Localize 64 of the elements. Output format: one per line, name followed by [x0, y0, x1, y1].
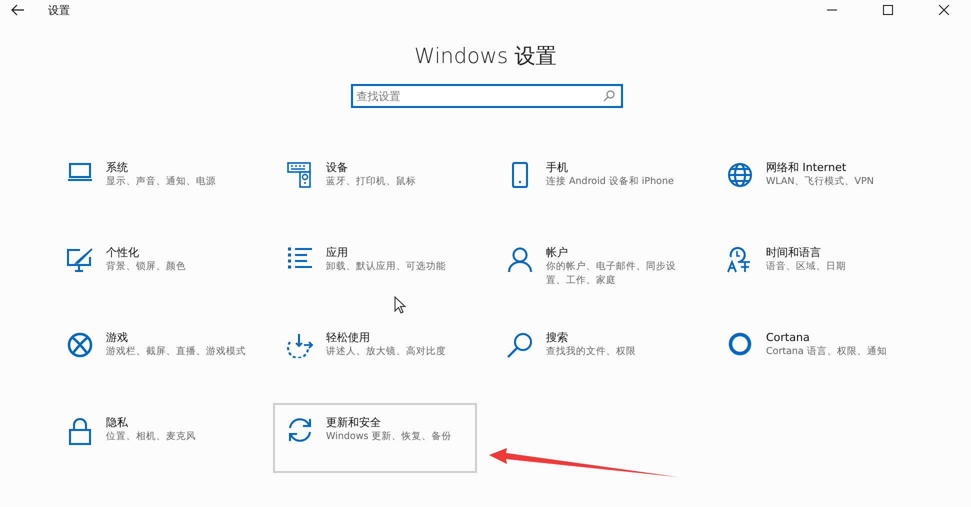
tile-description: Cortana 语言、权限、通知 [766, 345, 887, 359]
dashed-clock-icon [286, 332, 314, 358]
search-field[interactable]: 查找设置 [350, 84, 622, 108]
tile-description: 游戏栏、截屏、直播、游戏模式 [106, 345, 246, 359]
tile-title: 隐私 [106, 415, 129, 430]
lock-icon [69, 417, 91, 445]
settings-tile[interactable]: 隐私 位置、相机、麦克风 [53, 403, 257, 473]
tile-description: 讲述人、放大镜、高对比度 [326, 345, 446, 359]
keyboard-speaker-icon [287, 162, 313, 188]
phone-icon [512, 162, 528, 188]
settings-tile[interactable]: 更新和安全 Windows 更新、恢复、备份 [273, 403, 477, 473]
settings-tile[interactable]: 个性化 背景、锁屏、颜色 [53, 233, 257, 303]
settings-tile[interactable]: 轻松使用 讲述人、放大镜、高对比度 [273, 318, 477, 388]
close-icon[interactable] [939, 5, 949, 15]
tile-title: Cortana [766, 330, 811, 345]
settings-tile[interactable]: 手机 连接 Android 设备和 iPhone [493, 148, 697, 218]
tile-title: 时间和语言 [766, 245, 822, 260]
tile-title: 个性化 [106, 245, 140, 260]
sync-icon [286, 417, 314, 443]
tile-description: 位置、相机、麦克风 [106, 430, 196, 444]
xbox-icon [67, 332, 93, 358]
person-icon [508, 247, 532, 273]
clock-letters-icon [727, 247, 753, 273]
settings-tile[interactable]: 网络和 Internet WLAN、飞行模式、VPN [713, 148, 917, 218]
search-icon [602, 90, 614, 102]
settings-tile[interactable]: Cortana Cortana 语言、权限、通知 [713, 318, 917, 388]
tile-description: 背景、锁屏、颜色 [106, 260, 186, 274]
list-icon [287, 247, 313, 269]
tile-description: 你的帐户、电子邮件、同步设置、工作、家庭 [546, 260, 677, 288]
settings-tile[interactable]: 应用 卸载、默认应用、可选功能 [273, 233, 477, 303]
tile-title: 网络和 Internet [766, 160, 848, 175]
tile-title: 应用 [326, 245, 349, 260]
tile-title: 更新和安全 [326, 415, 382, 430]
page-heading: Windows 设置 [413, 43, 558, 70]
tile-title: 帐户 [546, 245, 569, 260]
tile-description: 语音、区域、日期 [766, 260, 846, 274]
window-title: 设置 [48, 2, 70, 18]
tile-description: 蓝牙、打印机、鼠标 [326, 175, 416, 189]
settings-tile[interactable]: 系统 显示、声音、通知、电源 [53, 148, 257, 218]
tile-description: 显示、声音、通知、电源 [106, 175, 216, 189]
tile-description: WLAN、飞行模式、VPN [766, 175, 874, 189]
laptop-icon [67, 162, 93, 182]
tile-title: 搜索 [546, 330, 569, 345]
ring-icon [728, 332, 752, 356]
tile-description: 连接 Android 设备和 iPhone [546, 175, 674, 189]
mouse-cursor-icon [394, 296, 406, 314]
tile-title: 游戏 [106, 330, 129, 345]
settings-tile[interactable]: 游戏 游戏栏、截屏、直播、游戏模式 [53, 318, 257, 388]
settings-tile[interactable]: 搜索 查找我的文件、权限 [493, 318, 697, 388]
tile-title: 设备 [326, 160, 349, 175]
tile-title: 轻松使用 [326, 330, 371, 345]
maximize-icon[interactable] [883, 5, 893, 15]
settings-tile[interactable]: 时间和语言 语音、区域、日期 [713, 233, 917, 303]
tile-description: 卸载、默认应用、可选功能 [326, 260, 446, 274]
tile-description: Windows 更新、恢复、备份 [326, 430, 452, 444]
search-icon [507, 332, 533, 358]
monitor-brush-icon [66, 247, 94, 273]
tile-title: 系统 [106, 160, 129, 175]
settings-tile[interactable]: 设备 蓝牙、打印机、鼠标 [273, 148, 477, 218]
tile-description: 查找我的文件、权限 [546, 345, 636, 359]
globe-icon [727, 162, 753, 188]
settings-tile[interactable]: 帐户 你的帐户、电子邮件、同步设置、工作、家庭 [493, 233, 697, 303]
back-icon[interactable] [11, 4, 25, 16]
tile-title: 手机 [546, 160, 569, 175]
